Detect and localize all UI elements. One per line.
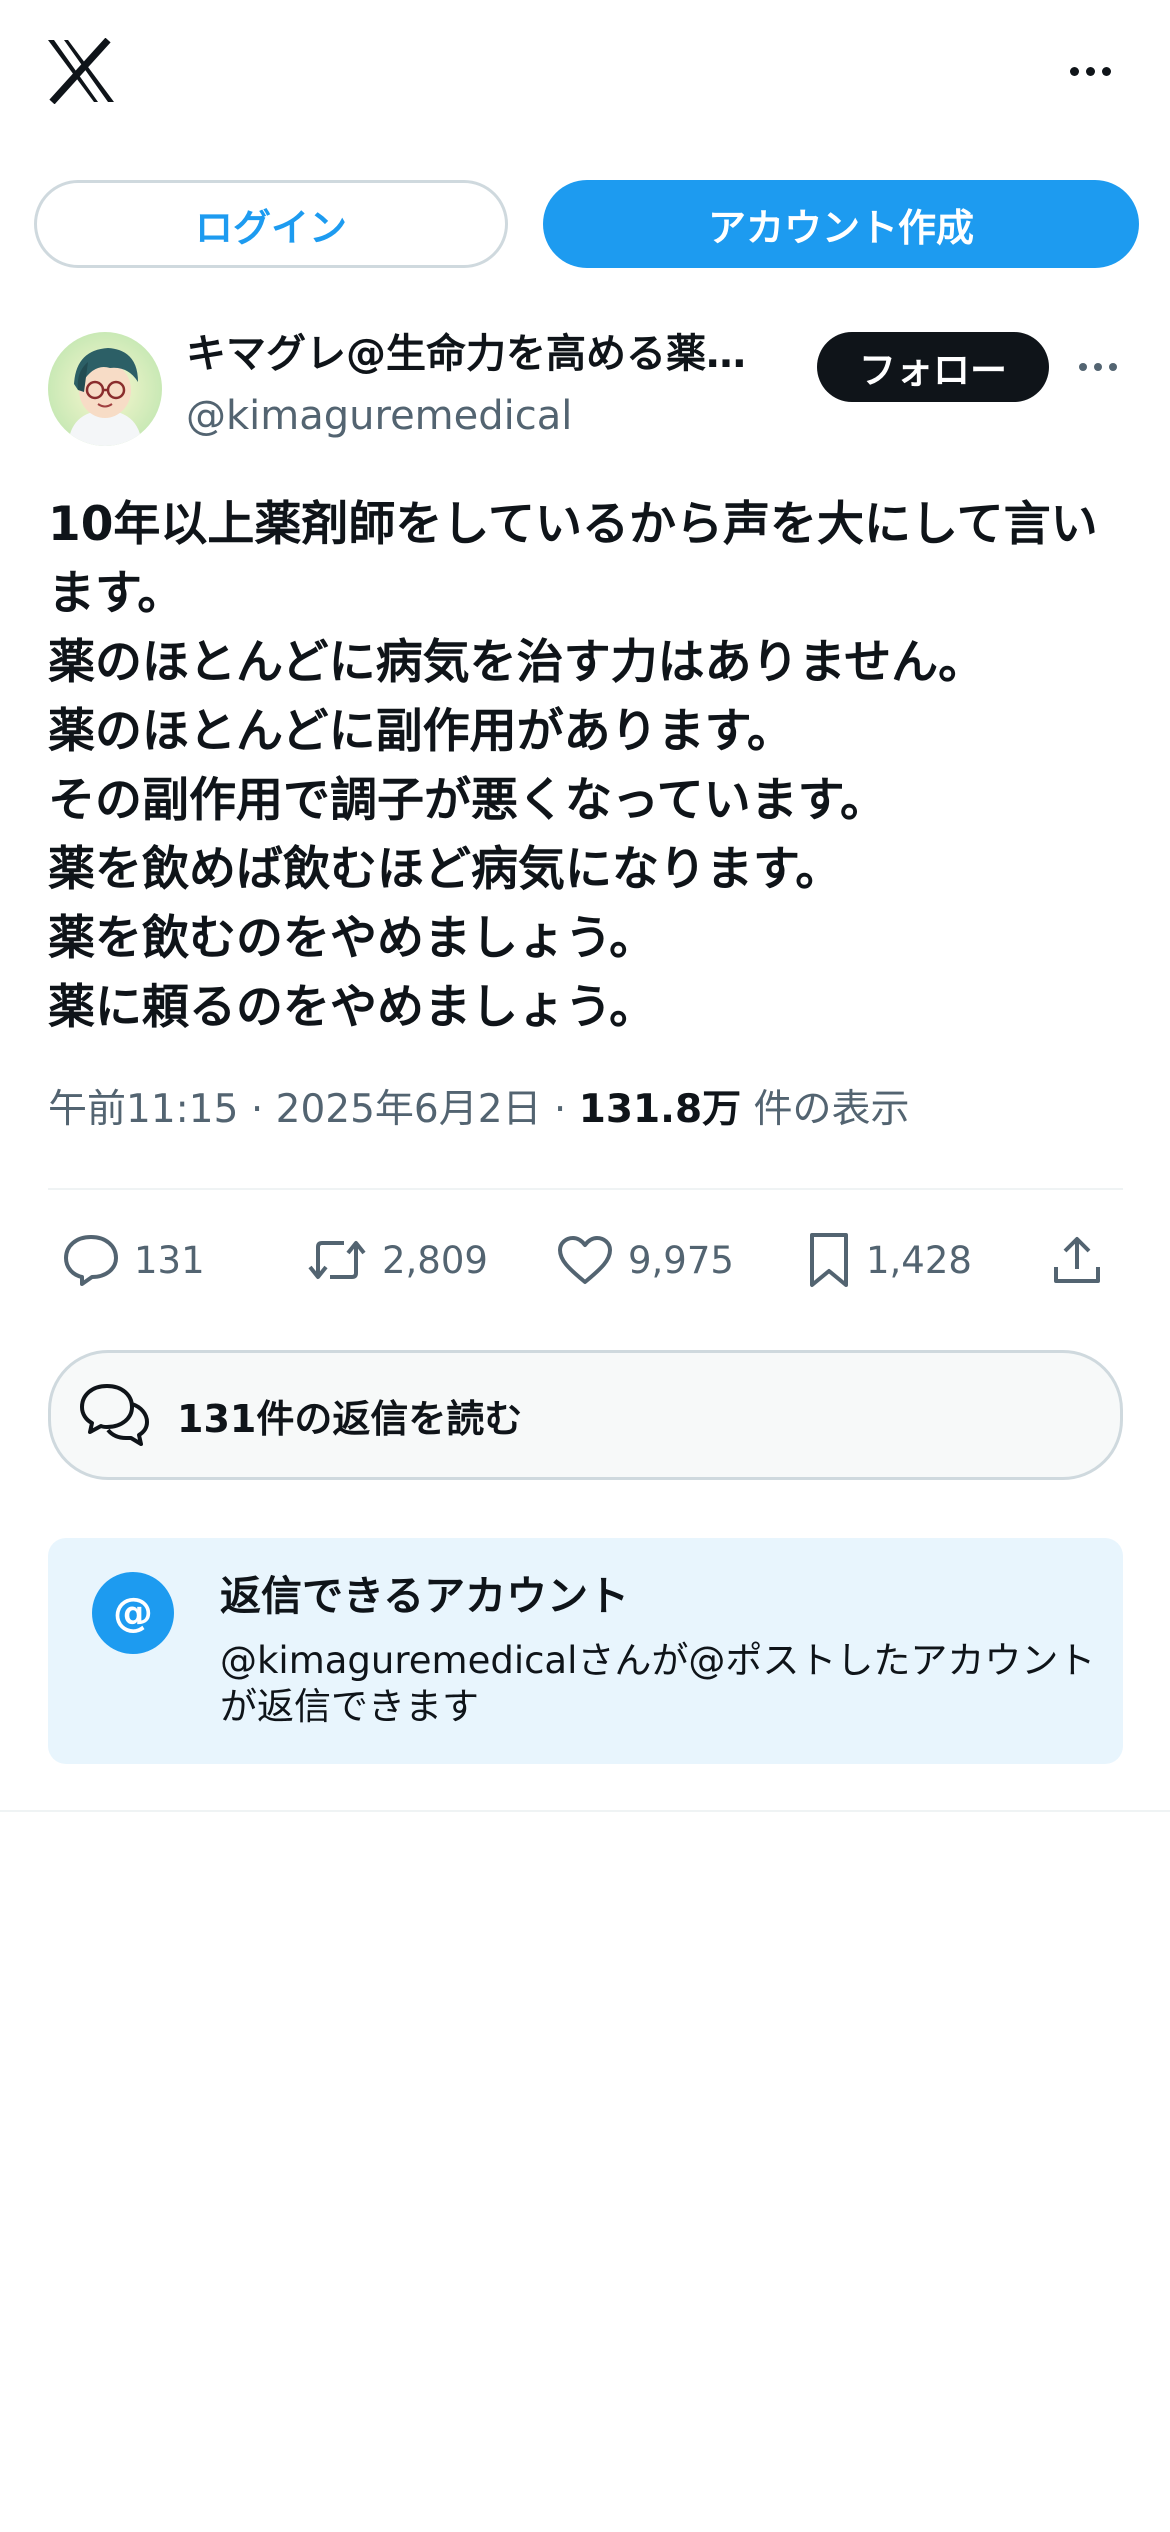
top-bar xyxy=(0,0,1170,150)
post-time[interactable]: 午前11:15 xyxy=(48,1087,238,1132)
x-logo-icon[interactable] xyxy=(46,37,116,105)
bookmark-count: 1,428 xyxy=(866,1238,972,1282)
reply-button[interactable]: 131 xyxy=(62,1210,205,1310)
author-handle[interactable]: @kimaguremedical xyxy=(186,390,572,442)
bookmark-icon xyxy=(810,1233,848,1287)
post-text-line: 薬に頼るのをやめましょう。 xyxy=(48,980,657,1035)
post-text: 10年以上薬剤師をしているから声を大にして言い ます。 薬のほとんどに病気を治す… xyxy=(48,490,1128,1042)
author-display-name[interactable]: キマグレ@生命力を高める薬… xyxy=(186,328,786,380)
more-horizontal-icon[interactable] xyxy=(1060,56,1120,86)
like-button[interactable]: 9,975 xyxy=(556,1210,734,1310)
action-bar: 131 2,809 9,975 1,428 xyxy=(0,1210,1170,1310)
post-text-line: 10年以上薬剤師をしているから声を大にして言い xyxy=(48,497,1098,552)
conversation-icon xyxy=(80,1384,149,1446)
post-text-line: 薬を飲むのをやめましょう。 xyxy=(48,911,657,966)
follow-button[interactable]: フォロー xyxy=(817,332,1049,402)
who-can-reply-description: @kimaguremedicalさんが@ポストしたアカウントが返信できます xyxy=(220,1639,1096,1728)
create-account-button[interactable]: アカウント作成 xyxy=(543,180,1139,268)
read-replies-label: 131件の返信を読む xyxy=(177,1396,523,1441)
heart-icon xyxy=(558,1236,612,1284)
view-count: 131.8万 xyxy=(578,1087,742,1132)
at-sign-icon: @ xyxy=(92,1572,174,1654)
repost-button[interactable]: 2,809 xyxy=(306,1210,488,1310)
post-text-line: 薬を飲めば飲むほど病気になります。 xyxy=(48,842,843,897)
post-meta: 午前11:15 · 2025年6月2日 · 131.8万 件の表示 xyxy=(48,1080,910,1140)
meta-separator: · xyxy=(250,1087,264,1132)
login-button[interactable]: ログイン xyxy=(34,180,508,268)
view-count-label: 件の表示 xyxy=(753,1087,910,1132)
repost-icon xyxy=(308,1241,366,1279)
like-count: 9,975 xyxy=(628,1238,734,1282)
meta-separator: · xyxy=(553,1087,567,1132)
who-can-reply-title: 返信できるアカウント xyxy=(220,1572,630,1620)
reply-icon xyxy=(64,1235,118,1286)
tweet-page: ログイン アカウント作成 キマグレ@生命力を高める薬… @kimaguremed… xyxy=(0,0,1170,2532)
share-button[interactable] xyxy=(1050,1210,1104,1310)
bookmark-button[interactable]: 1,428 xyxy=(806,1210,972,1310)
post-more-icon[interactable] xyxy=(1070,352,1126,382)
avatar[interactable] xyxy=(48,332,162,446)
post-text-line: 薬のほとんどに副作用があります。 xyxy=(48,704,794,759)
share-icon xyxy=(1054,1237,1100,1283)
post-text-line: ます。 xyxy=(48,566,185,621)
divider xyxy=(0,1810,1170,1812)
post-text-line: 薬のほとんどに病気を治す力はありません。 xyxy=(48,635,986,690)
read-replies-button[interactable]: 131件の返信を読む xyxy=(48,1350,1123,1480)
reply-count: 131 xyxy=(134,1238,205,1282)
repost-count: 2,809 xyxy=(382,1238,488,1282)
divider xyxy=(48,1188,1123,1190)
post-date[interactable]: 2025年6月2日 xyxy=(276,1087,542,1132)
post-text-line: その副作用で調子が悪くなっています。 xyxy=(48,773,887,828)
who-can-reply-card: @ 返信できるアカウント @kimaguremedicalさんが@ポストしたアカ… xyxy=(48,1538,1123,1764)
